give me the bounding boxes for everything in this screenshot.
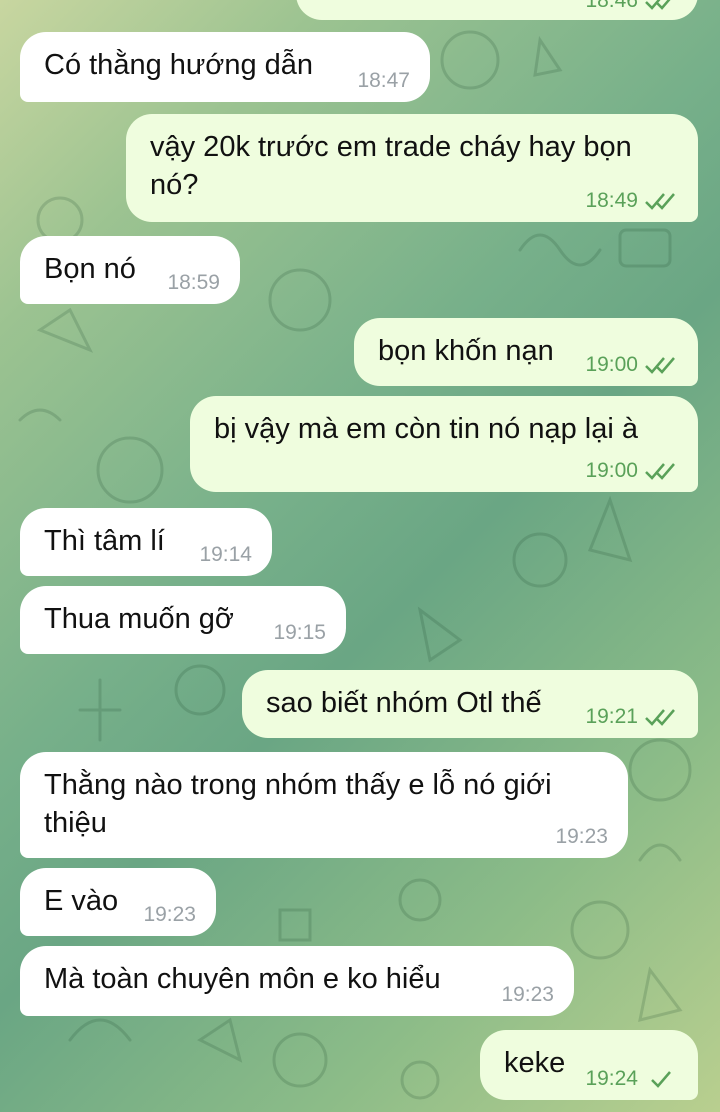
message-meta: 19:00 [585,460,678,482]
message-bubble-incoming[interactable]: Thì tâm lí 19:14 [20,508,272,576]
message-meta: 19:00 [585,354,678,376]
message-bubble-outgoing[interactable]: sao biết nhóm Otl thế 19:21 [242,670,698,738]
single-check-icon [651,1071,671,1088]
message-meta: 19:23 [501,984,554,1006]
message-bubble-incoming[interactable]: Có thằng hướng dẫn 18:47 [20,32,430,102]
message-text: Bọn nó [44,253,136,285]
message-time: 19:21 [585,705,638,728]
message-text: keke [504,1047,566,1079]
message-meta: 18:49 [585,190,678,212]
message-bubble-incoming[interactable]: Thằng nào trong nhóm thấy e lỗ nó giới t… [20,752,628,858]
message-text: Có thằng hướng dẫn [44,49,314,81]
chat-message-list[interactable]: 18:46 Có thằng hướng dẫn 18:47 vậy 20k t… [0,0,720,1112]
message-text-wrap: Thằng nào trong nhóm thấy e lỗ nó giới t… [44,766,604,842]
message-time: 19:23 [555,825,608,848]
message-text: bọn khốn nạn [378,335,554,367]
message-meta: 19:21 [585,706,678,728]
message-time: 19:15 [273,621,326,644]
message-time: 19:00 [585,459,638,482]
message-bubble-incoming[interactable]: E vào 19:23 [20,868,216,936]
double-check-icon [645,0,671,10]
message-meta: 18:46 [585,0,678,12]
message-bubble-incoming[interactable]: Thua muốn gỡ 19:15 [20,586,346,654]
message-time: 18:47 [357,69,410,92]
message-time: 19:00 [585,353,638,376]
double-check-icon [645,463,675,480]
message-time: 18:49 [585,189,638,212]
message-bubble-incoming[interactable]: Mà toàn chuyên môn e ko hiểu 19:23 [20,946,574,1016]
message-meta: 19:23 [555,826,608,848]
message-time: 19:23 [143,903,196,926]
message-text: E vào [44,885,119,917]
double-check-icon [645,357,675,374]
message-meta: 19:15 [273,622,326,644]
message-text: Thì tâm lí [44,525,165,557]
message-text: sao biết nhóm Otl thế [266,687,542,719]
message-bubble-outgoing[interactable]: 18:46 [296,0,698,20]
message-time: 19:14 [199,543,252,566]
message-text: bị vậy mà em còn tin nó nạp lại à [214,413,638,445]
message-bubble-outgoing[interactable]: bọn khốn nạn 19:00 [354,318,698,386]
double-check-icon [645,193,675,210]
message-text: Mà toàn chuyên môn e ko hiểu [44,963,441,995]
message-bubble-outgoing[interactable]: vậy 20k trước em trade cháy hay bọn nó? … [126,114,698,222]
double-check-icon [645,709,675,726]
message-bubble-outgoing[interactable]: keke 19:24 [480,1030,698,1100]
message-bubble-incoming[interactable]: Bọn nó 18:59 [20,236,240,304]
message-time: 19:23 [501,983,554,1006]
message-meta: 19:24 [585,1068,678,1090]
message-meta: 18:59 [167,272,220,294]
message-time: 18:46 [585,0,638,12]
message-text: vậy 20k trước em trade cháy hay bọn nó? [150,131,640,201]
message-text: Thằng nào trong nhóm thấy e lỗ nó giới t… [44,769,560,839]
message-time: 18:59 [167,271,220,294]
message-meta: 19:23 [143,904,196,926]
message-meta: 19:14 [199,544,252,566]
message-bubble-outgoing[interactable]: bị vậy mà em còn tin nó nạp lại à 19:00 [190,396,698,492]
message-meta: 18:47 [357,70,410,92]
message-time: 19:24 [585,1067,638,1090]
message-text: Thua muốn gỡ [44,603,234,635]
